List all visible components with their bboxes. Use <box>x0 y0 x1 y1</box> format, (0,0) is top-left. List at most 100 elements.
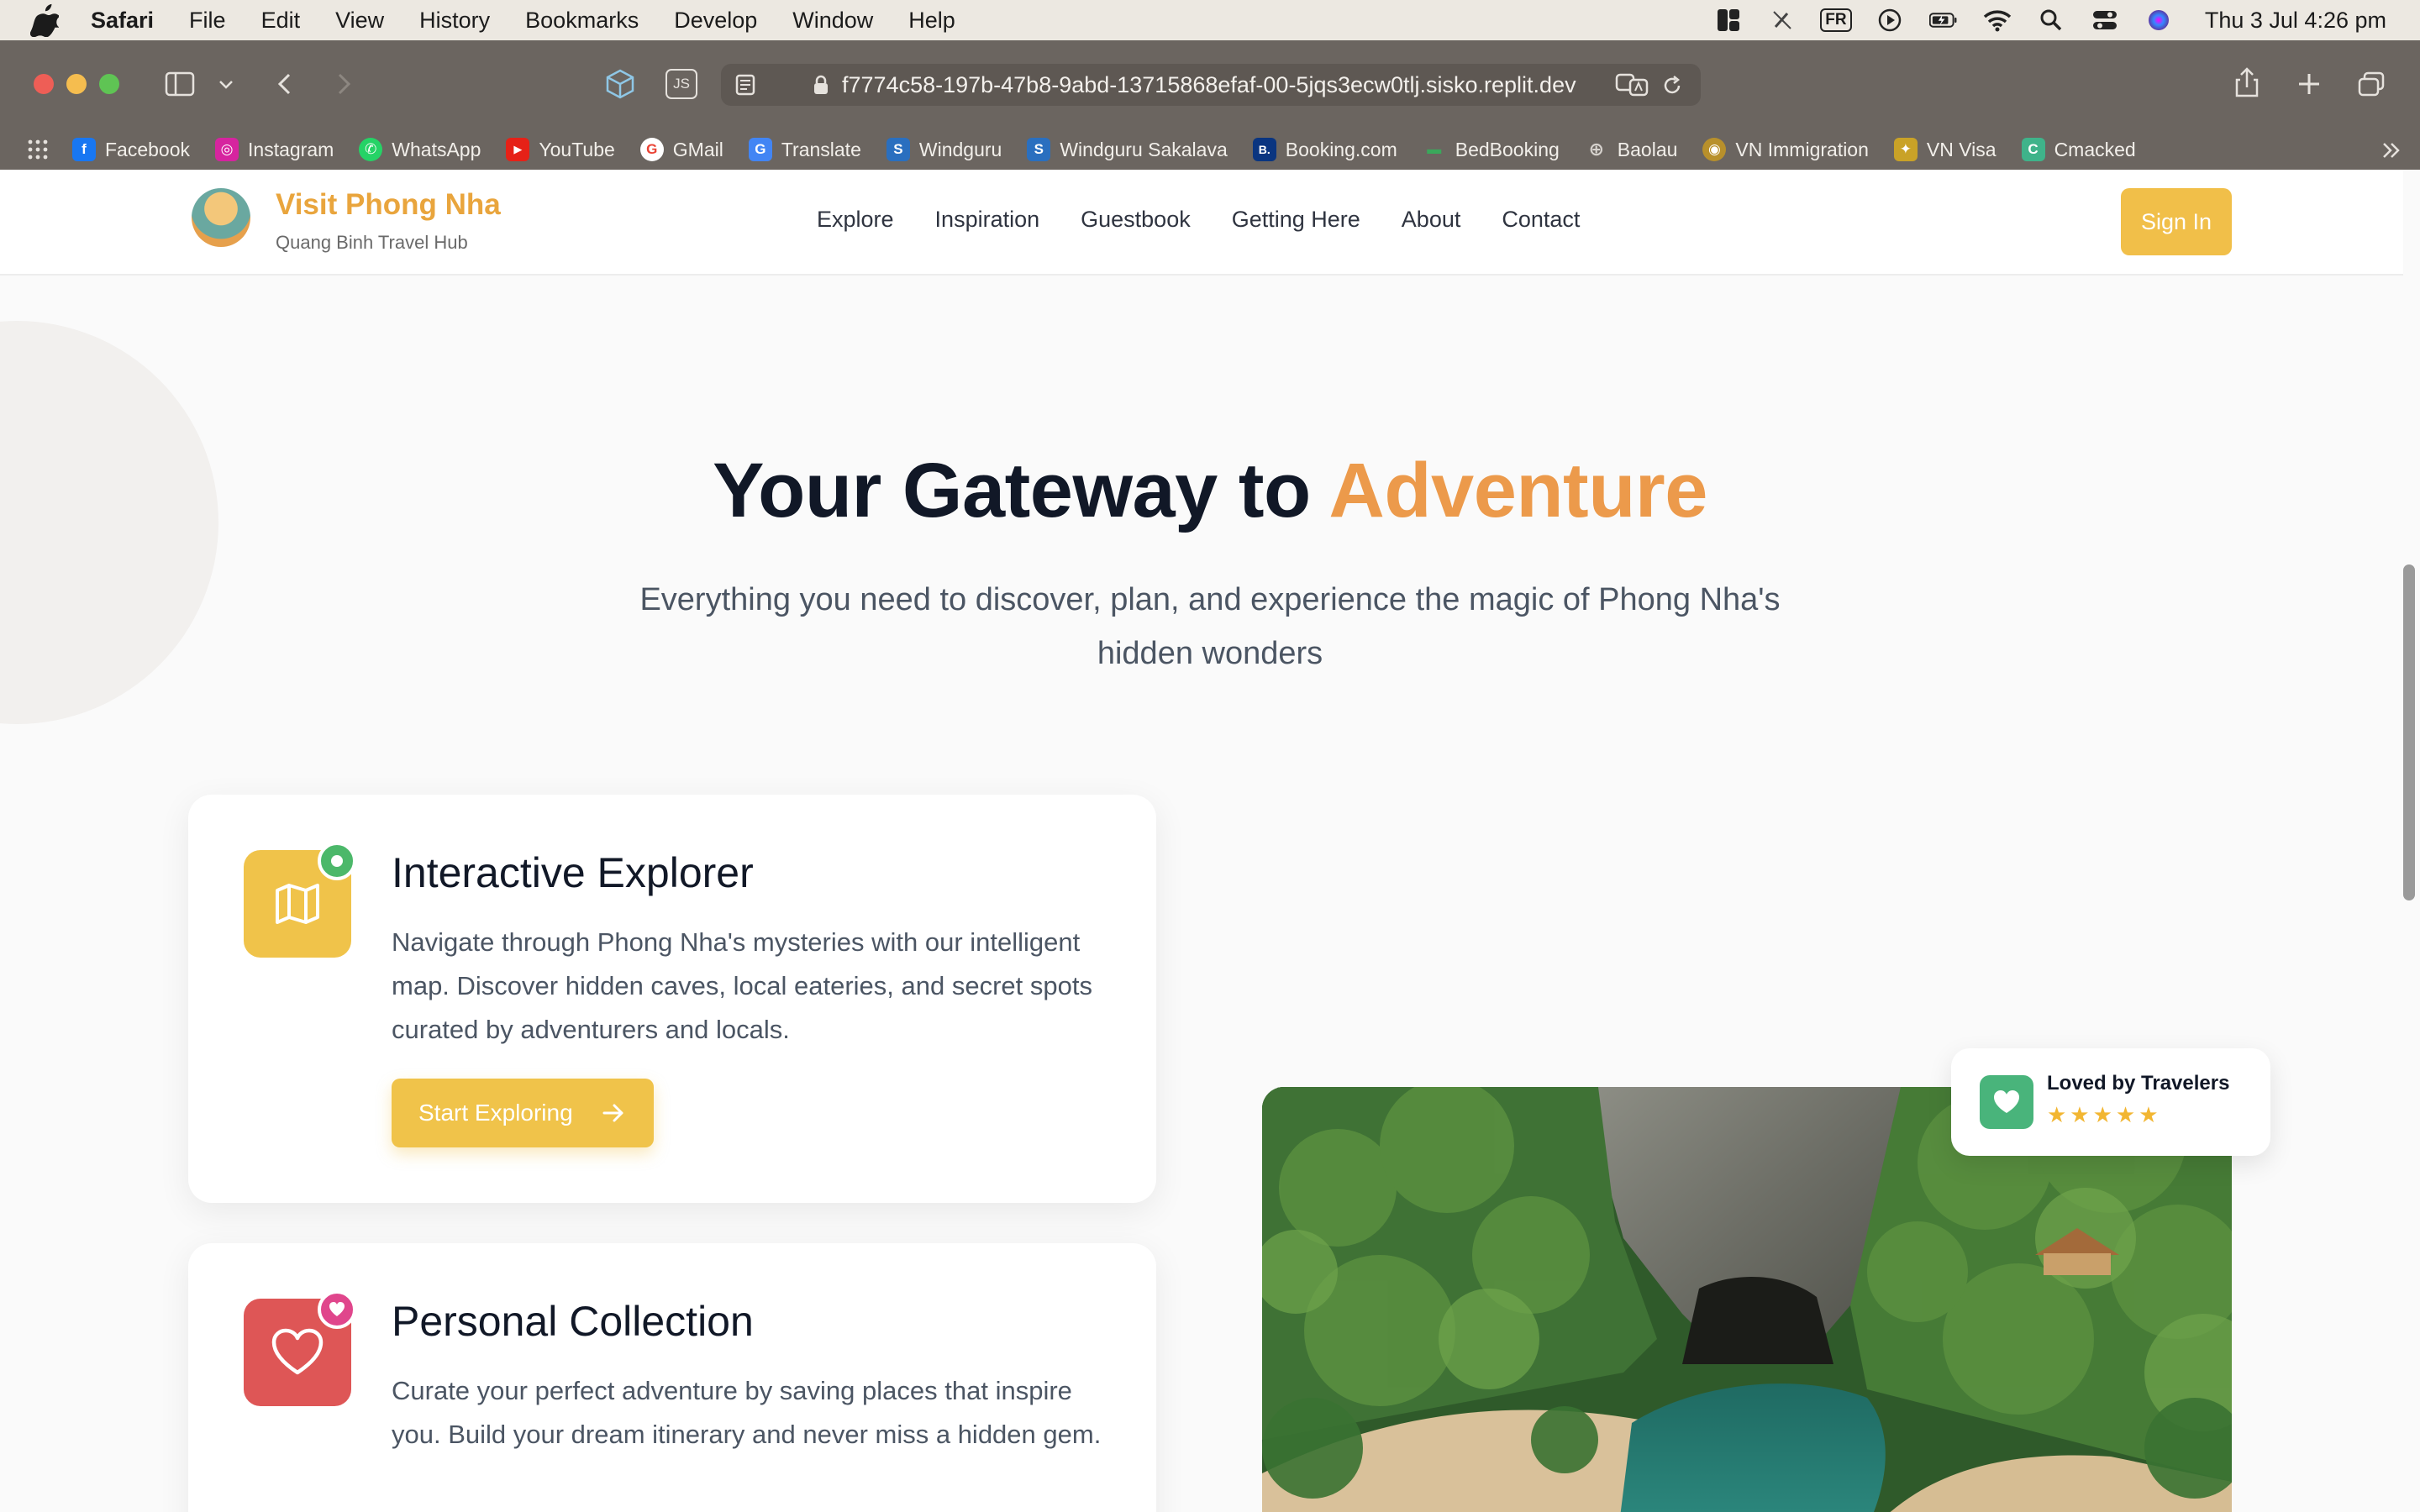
lock-icon <box>814 75 828 94</box>
menu-app-safari[interactable]: Safari <box>91 8 154 34</box>
window-layout-icon[interactable] <box>1714 8 1743 33</box>
sign-in-button[interactable]: Sign In <box>2121 188 2232 255</box>
card-title: Interactive Explorer <box>392 849 754 896</box>
pen-off-icon[interactable] <box>1768 8 1797 33</box>
macos-menubar: Safari File Edit View History Bookmarks … <box>0 0 2420 40</box>
menu-help[interactable]: Help <box>908 8 955 34</box>
nav-explore[interactable]: Explore <box>817 207 894 233</box>
more-bookmarks-icon[interactable] <box>2380 139 2403 161</box>
feature-card-collection: Personal Collection Curate your perfect … <box>188 1243 1156 1512</box>
safari-chrome: JS f7774c58-197b-47b8-9abd-13715868efaf-… <box>0 40 2420 170</box>
heart-icon <box>271 1328 324 1375</box>
bookmark-whatsapp[interactable]: ✆ WhatsApp <box>359 138 481 161</box>
nav-about[interactable]: About <box>1402 207 1461 233</box>
menu-view[interactable]: View <box>335 8 384 34</box>
wifi-icon[interactable] <box>1983 8 2012 33</box>
apple-icon[interactable] <box>30 3 59 37</box>
close-window-button[interactable] <box>34 74 54 94</box>
page-scrollbar[interactable] <box>2403 564 2415 900</box>
translate-icon[interactable] <box>1615 72 1649 97</box>
bookmark-windguru[interactable]: S Windguru <box>886 138 1002 161</box>
site-header: Visit Phong Nha Quang Binh Travel Hub Ex… <box>0 170 2403 276</box>
reload-icon[interactable] <box>1660 74 1684 97</box>
menu-history[interactable]: History <box>419 8 490 34</box>
bookmark-cmacked[interactable]: C Cmacked <box>2021 138 2136 161</box>
card-title: Personal Collection <box>392 1298 754 1345</box>
back-arrow-icon[interactable] <box>271 71 301 97</box>
menubar-clock[interactable]: Thu 3 Jul 4:26 pm <box>2205 8 2386 34</box>
card-description: Navigate through Phong Nha's mysteries w… <box>392 927 1092 1044</box>
battery-icon[interactable] <box>1928 8 1958 33</box>
bookmark-youtube[interactable]: ▶ YouTube <box>506 138 615 161</box>
heart-badge-icon <box>318 1290 356 1329</box>
chevron-down-icon[interactable] <box>217 71 235 97</box>
badge-label: Loved by Travelers <box>2047 1072 2230 1095</box>
play-circle-icon[interactable] <box>1876 8 1904 33</box>
menu-edit[interactable]: Edit <box>261 8 301 34</box>
spotlight-search-icon[interactable] <box>2037 8 2065 33</box>
bookmark-vn-visa[interactable]: ✦ VN Visa <box>1893 138 1996 161</box>
google-icon: G <box>639 138 664 161</box>
share-icon[interactable] <box>2232 66 2262 99</box>
bookmark-windguru-sakalava[interactable]: S Windguru Sakalava <box>1027 138 1228 161</box>
address-bar[interactable]: f7774c58-197b-47b8-9abd-13715868efaf-00-… <box>721 64 1701 106</box>
menu-develop[interactable]: Develop <box>674 8 757 34</box>
bookmark-vn-immigration[interactable]: ◉ VN Immigration <box>1702 138 1869 161</box>
bookmark-facebook[interactable]: f Facebook <box>72 138 190 161</box>
hero-subtitle: Everything you need to discover, plan, a… <box>639 582 1781 671</box>
card-description: Curate your perfect adventure by saving … <box>392 1376 1102 1449</box>
google-translate-icon: G <box>748 138 772 161</box>
bookmark-booking[interactable]: B. Booking.com <box>1252 138 1397 161</box>
emblem-icon: ◉ <box>1702 138 1727 161</box>
sidebar-toggle-icon[interactable] <box>165 71 195 97</box>
nav-getting-here[interactable]: Getting Here <box>1232 207 1360 233</box>
cube-extension-icon[interactable] <box>603 67 637 101</box>
siri-icon[interactable] <box>2144 8 2173 33</box>
heart-icon <box>1980 1075 2033 1129</box>
facebook-icon: f <box>72 138 96 161</box>
zoom-window-button[interactable] <box>99 74 119 94</box>
safari-toolbar: JS f7774c58-197b-47b8-9abd-13715868efaf-… <box>0 40 2420 129</box>
arrow-right-icon <box>602 1104 623 1122</box>
tab-overview-icon[interactable] <box>2356 71 2386 97</box>
nav-guestbook[interactable]: Guestbook <box>1081 207 1191 233</box>
bookmark-bedbooking[interactable]: ▬ BedBooking <box>1423 138 1560 161</box>
bookmark-translate[interactable]: G Translate <box>748 138 861 161</box>
menu-bookmarks[interactable]: Bookmarks <box>525 8 639 34</box>
loved-by-travelers-badge: Loved by Travelers ★★★★★ <box>1951 1048 2270 1156</box>
input-source-icon[interactable]: FR <box>1820 8 1852 33</box>
new-tab-icon[interactable] <box>2294 71 2324 97</box>
hero-title: Your Gateway to Adventure <box>713 448 1707 533</box>
bookmark-gmail[interactable]: G GMail <box>639 138 723 161</box>
booking-icon: B. <box>1252 138 1276 161</box>
bookmark-baolau[interactable]: ⊕ Baolau <box>1585 138 1678 161</box>
whatsapp-icon: ✆ <box>359 138 383 161</box>
bookmark-instagram[interactable]: ◎ Instagram <box>215 138 334 161</box>
status-dot-icon <box>318 842 356 880</box>
nav-inspiration[interactable]: Inspiration <box>935 207 1040 233</box>
reader-icon[interactable] <box>733 72 760 97</box>
bookmarks-bar: f Facebook ◎ Instagram ✆ WhatsApp ▶ YouTube … <box>0 129 2420 170</box>
windguru-icon: S <box>1027 138 1051 161</box>
feature-icon-tile <box>244 842 356 958</box>
nav-contact[interactable]: Contact <box>1502 207 1580 233</box>
brand-name[interactable]: Visit Phong Nha <box>276 188 501 222</box>
windguru-icon: S <box>886 138 910 161</box>
web-page: Visit Phong Nha Quang Binh Travel Hub Ex… <box>0 170 2420 1512</box>
feature-icon-tile <box>244 1290 356 1406</box>
menu-window[interactable]: Window <box>792 8 873 34</box>
url-text[interactable]: f7774c58-197b-47b8-9abd-13715868efaf-00-… <box>842 72 1576 98</box>
site-logo[interactable] <box>192 188 250 247</box>
youtube-icon: ▶ <box>506 138 530 161</box>
js-extension-icon[interactable]: JS <box>666 69 697 99</box>
cmacked-icon: C <box>2021 138 2045 161</box>
map-icon <box>276 884 319 924</box>
forward-arrow-icon[interactable] <box>328 71 358 97</box>
globe-icon: ⊕ <box>1588 139 1604 160</box>
brand-tagline: Quang Binh Travel Hub <box>276 232 468 253</box>
minimize-window-button[interactable] <box>66 74 87 94</box>
menu-file[interactable]: File <box>189 8 226 34</box>
control-center-icon[interactable] <box>2091 8 2119 33</box>
start-exploring-button[interactable]: Start Exploring <box>392 1079 654 1147</box>
apps-grid-icon[interactable] <box>27 139 49 160</box>
